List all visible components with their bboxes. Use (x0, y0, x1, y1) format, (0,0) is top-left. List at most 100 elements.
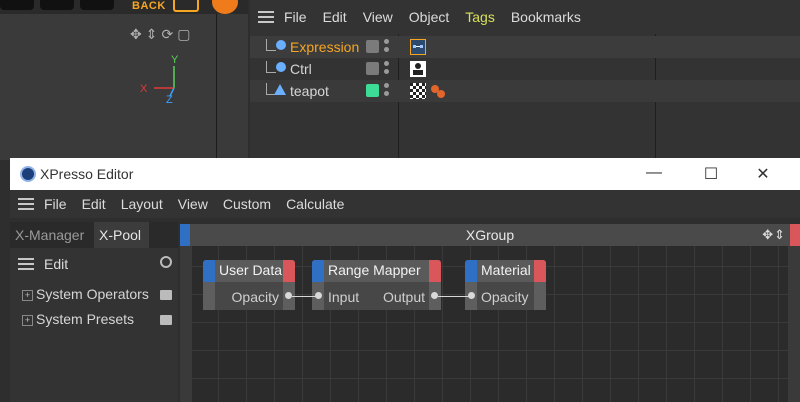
visibility-dots-icon[interactable] (384, 39, 389, 53)
xpresso-editor-window: XPresso Editor — ☐ ✕ File Edit Layout Vi… (10, 158, 800, 402)
connection-wire[interactable] (438, 296, 471, 297)
back-label[interactable]: BACK (132, 0, 166, 12)
group-left-edge (180, 246, 192, 402)
layer-toggle-icon[interactable] (366, 40, 379, 53)
port-label: Opacity (481, 289, 529, 305)
settings-button[interactable] (80, 0, 114, 10)
tree-item-label: System Presets (36, 311, 135, 327)
node-header[interactable]: Material (465, 260, 546, 282)
connection-wire[interactable] (292, 296, 318, 297)
xpresso-tag-icon[interactable] (410, 39, 426, 55)
maximize-icon[interactable]: ☐ (701, 164, 721, 184)
minimize-icon[interactable]: — (644, 164, 664, 182)
output-port[interactable] (285, 292, 292, 299)
menu-edit[interactable]: Edit (44, 256, 68, 272)
null-object-icon (276, 40, 286, 50)
window-titlebar[interactable]: XPresso Editor — ☐ ✕ (10, 158, 800, 190)
node-title: Range Mapper (328, 262, 421, 278)
axis-gizmo (154, 66, 175, 97)
menu-calculate[interactable]: Calculate (286, 196, 344, 212)
menu-view[interactable]: View (178, 196, 208, 212)
object-row-expression[interactable]: Expression (250, 36, 800, 58)
texture-tag-icon[interactable] (410, 83, 426, 99)
axis-x-label: X (140, 83, 148, 95)
object-name[interactable]: Expression (290, 39, 359, 55)
menu-edit[interactable]: Edit (323, 9, 347, 25)
node-output-port-button[interactable] (534, 260, 546, 282)
visibility-dots-icon[interactable] (384, 61, 389, 75)
toolbar-button[interactable] (0, 0, 34, 10)
window-title: XPresso Editor (40, 166, 134, 182)
object-row-ctrl[interactable]: Ctrl (250, 58, 800, 80)
menu-tags[interactable]: Tags (465, 9, 495, 25)
node-title: Material (481, 262, 531, 278)
port-column (534, 282, 546, 310)
xgroup-title: XGroup (465, 227, 515, 243)
node-input-port-button[interactable] (312, 260, 324, 282)
port-label: Output (382, 289, 425, 305)
tree-connector (266, 61, 276, 73)
folder-icon (160, 315, 172, 325)
user-data-tag-icon[interactable] (410, 61, 426, 77)
object-name[interactable]: Ctrl (290, 61, 312, 77)
pool-menubar: Edit (10, 252, 178, 276)
object-row-teapot[interactable]: teapot (250, 80, 800, 102)
top-toolbar (0, 0, 248, 14)
menu-layout[interactable]: Layout (121, 196, 163, 212)
menu-edit[interactable]: Edit (82, 196, 106, 212)
menu-bookmarks[interactable]: Bookmarks (511, 9, 581, 25)
menu-file[interactable]: File (44, 196, 67, 212)
node-output-port-button[interactable] (283, 260, 295, 282)
group-input-port[interactable] (180, 224, 190, 246)
node-graph-canvas[interactable]: XGroup ✥⇕ User Data Opacity Range Mapper (180, 224, 800, 402)
menu-view[interactable]: View (363, 9, 393, 25)
layer-toggle-icon[interactable] (366, 62, 379, 75)
folder-icon (160, 290, 172, 300)
hamburger-menu-icon[interactable] (18, 198, 34, 210)
tab-x-manager[interactable]: X-Manager (10, 222, 89, 248)
node-header[interactable]: Range Mapper (312, 260, 441, 282)
back-arrow-icon[interactable] (173, 0, 199, 12)
node-material[interactable]: Material Opacity (465, 260, 546, 310)
menu-object[interactable]: Object (409, 9, 449, 25)
visibility-dots-icon[interactable] (384, 83, 389, 97)
tree-item-system-presets[interactable]: + System Presets (22, 311, 134, 327)
cinema4d-app-icon (20, 166, 36, 182)
object-name[interactable]: teapot (290, 83, 329, 99)
node-input-port-button[interactable] (203, 260, 215, 282)
expand-icon[interactable]: + (22, 290, 33, 301)
hamburger-menu-icon[interactable] (258, 11, 274, 23)
object-manager: File Edit View Object Tags Bookmarks Exp… (250, 0, 800, 160)
group-output-port[interactable] (790, 224, 800, 246)
hamburger-menu-icon[interactable] (18, 258, 34, 270)
close-icon[interactable]: ✕ (753, 164, 773, 184)
layer-color-icon[interactable] (366, 84, 379, 97)
menu-file[interactable]: File (284, 9, 307, 25)
node-title: User Data (219, 262, 283, 278)
node-range-mapper[interactable]: Range Mapper Input Output (312, 260, 441, 310)
panel-tabs: X-Manager X-Pool (10, 222, 178, 248)
port-label: Input (328, 289, 360, 305)
viewport-nav-icons[interactable]: ✥⇕⟳▢ (130, 26, 194, 43)
node-header[interactable]: User Data (203, 260, 295, 282)
material-tag-icon[interactable] (430, 83, 445, 99)
tab-x-pool[interactable]: X-Pool (94, 222, 149, 248)
port-column (203, 282, 215, 310)
axis-z-label: Z (166, 94, 173, 106)
output-port[interactable] (431, 292, 438, 299)
menu-custom[interactable]: Custom (223, 196, 271, 212)
xgroup-header[interactable]: XGroup ✥⇕ (180, 224, 800, 246)
node-output-port-button[interactable] (429, 260, 441, 282)
search-icon[interactable] (160, 256, 172, 268)
port-label: Opacity (231, 289, 279, 305)
object-manager-menubar: File Edit View Object Tags Bookmarks (250, 4, 800, 30)
node-input-port-button[interactable] (465, 260, 477, 282)
tree-connector (266, 39, 276, 51)
tree-item-system-operators[interactable]: + System Operators (22, 286, 149, 302)
xpresso-menubar: File Edit Layout View Custom Calculate (10, 190, 800, 218)
play-button[interactable] (40, 0, 74, 10)
move-scale-icon[interactable]: ✥⇕ (762, 224, 786, 246)
null-object-icon (276, 62, 286, 72)
node-user-data[interactable]: User Data Opacity (203, 260, 295, 310)
expand-icon[interactable]: + (22, 315, 33, 326)
